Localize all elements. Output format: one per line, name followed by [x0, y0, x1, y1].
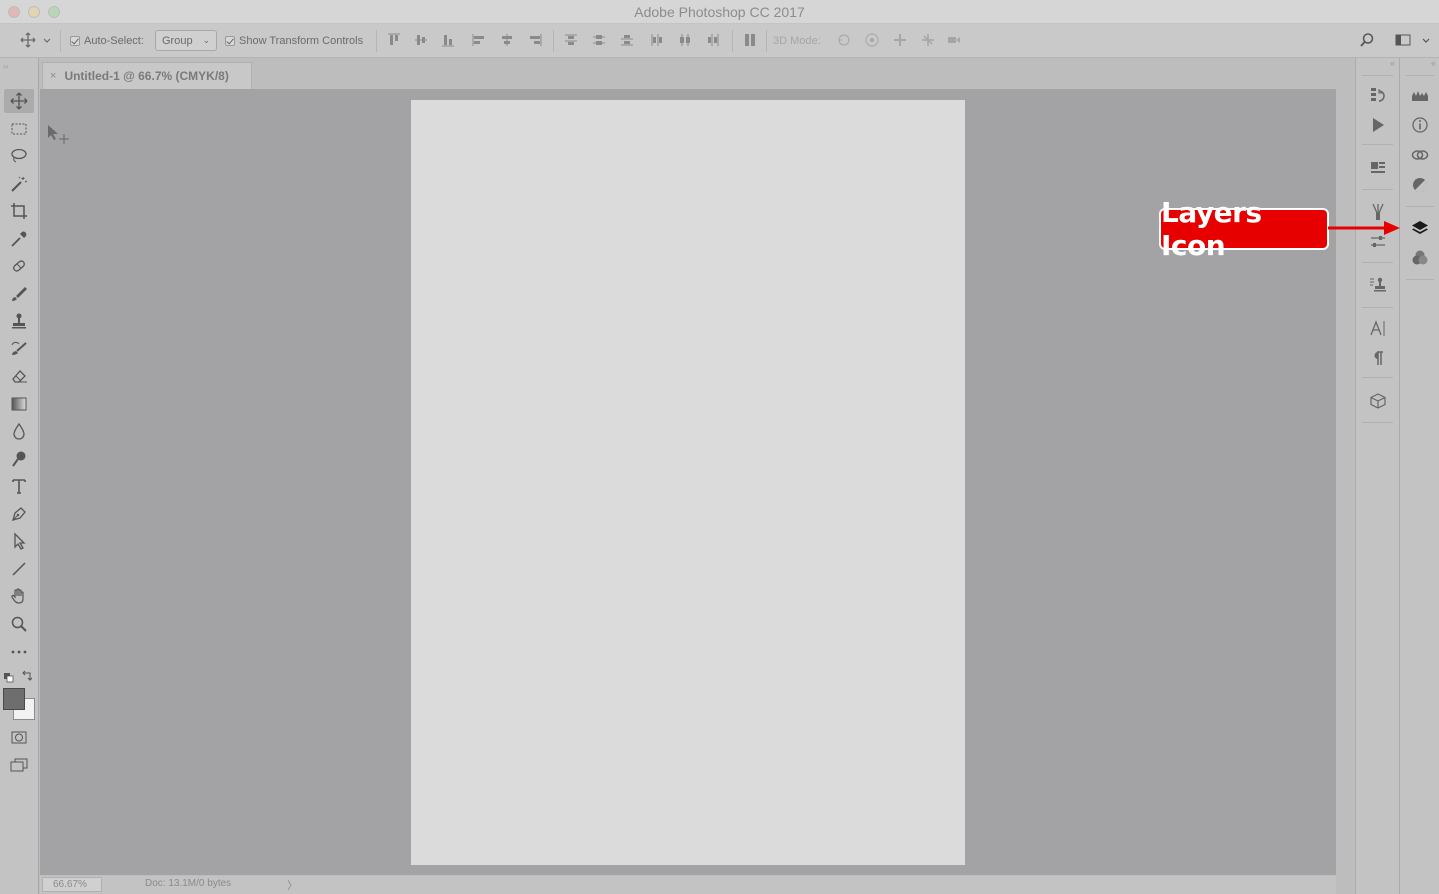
auto-select-label: Auto-Select:	[84, 34, 144, 47]
title-bar: Adobe Photoshop CC 2017	[0, 0, 1439, 24]
actions-panel-icon[interactable]	[1366, 114, 1390, 136]
panel-dock-right-column: «	[1399, 58, 1439, 894]
align-top-edges-icon[interactable]	[386, 32, 402, 48]
histogram-panel-icon[interactable]	[1408, 84, 1432, 106]
foreground-color-swatch[interactable]	[3, 688, 25, 710]
distribute-bottom-icon[interactable]	[619, 32, 635, 48]
info-panel-icon[interactable]	[1408, 114, 1432, 136]
quick-mask-icon[interactable]	[4, 725, 34, 749]
lasso-tool-icon[interactable]	[4, 144, 34, 168]
zoom-level-field[interactable]: 66.67%	[42, 877, 102, 892]
show-transform-controls-checkbox[interactable]	[225, 35, 235, 46]
distribute-vertical-centers-icon[interactable]	[591, 32, 607, 48]
show-transform-controls-label: Show Transform Controls	[239, 34, 364, 47]
document-tab-label: Untitled-1 @ 66.7% (CMYK/8)	[64, 69, 229, 83]
workspace-dropdown-icon[interactable]	[1421, 32, 1431, 48]
clone-source-panel-icon[interactable]	[1366, 274, 1390, 296]
panel-collapse-icon[interactable]: ››	[3, 62, 8, 71]
show-transform-controls-option[interactable]: Show Transform Controls	[225, 24, 363, 57]
path-selection-tool-icon[interactable]	[4, 529, 34, 553]
align-right-edges-icon[interactable]	[527, 32, 543, 48]
history-panel-icon[interactable]	[1366, 84, 1390, 106]
default-colors-icon[interactable]	[4, 670, 14, 683]
swap-colors-icon[interactable]	[21, 669, 33, 681]
3d-slide-icon	[920, 32, 936, 48]
workspace-icon[interactable]	[1395, 32, 1411, 48]
document-tab-bar: × Untitled-1 @ 66.7% (CMYK/8)	[39, 58, 1355, 89]
canvas-area[interactable]	[40, 89, 1336, 875]
move-tool-preset-icon[interactable]	[20, 32, 36, 48]
pen-tool-icon[interactable]	[4, 502, 34, 526]
screen-mode-icon[interactable]	[4, 753, 34, 777]
blur-tool-icon[interactable]	[4, 419, 34, 443]
3d-roll-icon	[864, 32, 880, 48]
clone-stamp-tool-icon[interactable]	[4, 309, 34, 333]
auto-align-layers-icon[interactable]	[742, 32, 758, 48]
close-tab-icon[interactable]: ×	[50, 70, 56, 82]
properties-panel-icon[interactable]	[1366, 157, 1390, 179]
align-vertical-centers-icon[interactable]	[413, 32, 429, 48]
character-panel-icon[interactable]	[1366, 317, 1390, 339]
document-tab[interactable]: × Untitled-1 @ 66.7% (CMYK/8)	[42, 62, 252, 89]
type-tool-icon[interactable]	[4, 474, 34, 498]
align-left-edges-icon[interactable]	[471, 32, 487, 48]
distribute-left-icon[interactable]	[649, 32, 665, 48]
search-icon[interactable]	[1359, 32, 1375, 48]
hand-tool-icon[interactable]	[4, 584, 34, 608]
layers-panel-icon[interactable]	[1408, 217, 1432, 239]
distribute-right-icon[interactable]	[705, 32, 721, 48]
magic-wand-tool-icon[interactable]	[4, 172, 34, 196]
status-menu-arrow-icon[interactable]: 〉	[287, 877, 298, 893]
tool-preset-dropdown-icon[interactable]	[42, 32, 52, 48]
align-bottom-edges-icon[interactable]	[440, 32, 456, 48]
status-bar: 66.67% Doc: 13.1M/0 bytes 〉	[40, 876, 1336, 894]
chevron-down-icon: ⌄	[202, 35, 211, 45]
zoom-tool-icon[interactable]	[4, 612, 34, 636]
distribute-horizontal-centers-icon[interactable]	[677, 32, 693, 48]
callout-arrow	[1328, 221, 1400, 235]
3d-mode-label: 3D Mode:	[773, 34, 821, 47]
libraries-panel-icon[interactable]	[1408, 144, 1432, 166]
gradient-tool-icon[interactable]	[4, 392, 34, 416]
collapse-dock-icon[interactable]: «	[1390, 58, 1395, 68]
window-title: Adobe Photoshop CC 2017	[634, 4, 805, 20]
marquee-tool-icon[interactable]	[4, 117, 34, 141]
brush-tool-icon[interactable]	[4, 282, 34, 306]
healing-brush-tool-icon[interactable]	[4, 254, 34, 278]
align-horizontal-centers-icon[interactable]	[499, 32, 515, 48]
document-info: Doc: 13.1M/0 bytes	[145, 878, 232, 889]
tools-panel: ››	[0, 58, 39, 894]
eraser-tool-icon[interactable]	[4, 364, 34, 388]
3d-panel-icon[interactable]	[1366, 390, 1390, 412]
distribute-top-icon[interactable]	[563, 32, 579, 48]
channels-panel-icon[interactable]	[1408, 247, 1432, 269]
crop-tool-icon[interactable]	[4, 199, 34, 223]
auto-select-option[interactable]: Auto-Select:	[70, 24, 144, 57]
line-tool-icon[interactable]	[4, 557, 34, 581]
3d-pan-icon	[892, 32, 908, 48]
auto-select-value: Group	[162, 34, 193, 47]
3d-rotate-icon	[836, 32, 852, 48]
history-brush-tool-icon[interactable]	[4, 337, 34, 361]
panel-dock-left-column: «	[1355, 58, 1399, 894]
collapse-dock-icon[interactable]: «	[1431, 58, 1436, 68]
dodge-tool-icon[interactable]	[4, 447, 34, 471]
document-canvas[interactable]	[411, 100, 965, 865]
auto-select-dropdown[interactable]: Group ⌄	[155, 24, 218, 57]
adjustments-icon[interactable]	[1408, 174, 1432, 196]
move-tool-icon[interactable]	[4, 89, 34, 113]
paragraph-panel-icon[interactable]	[1366, 347, 1390, 369]
auto-select-checkbox[interactable]	[70, 35, 80, 46]
3d-scale-icon	[946, 32, 962, 48]
edit-toolbar-icon[interactable]	[4, 639, 34, 663]
layers-icon-callout: Layers Icon	[1159, 196, 1329, 262]
options-bar: Auto-Select: Group ⌄ Show Transform Cont…	[0, 24, 1439, 58]
move-cursor-icon	[47, 124, 69, 144]
eyedropper-tool-icon[interactable]	[4, 227, 34, 251]
